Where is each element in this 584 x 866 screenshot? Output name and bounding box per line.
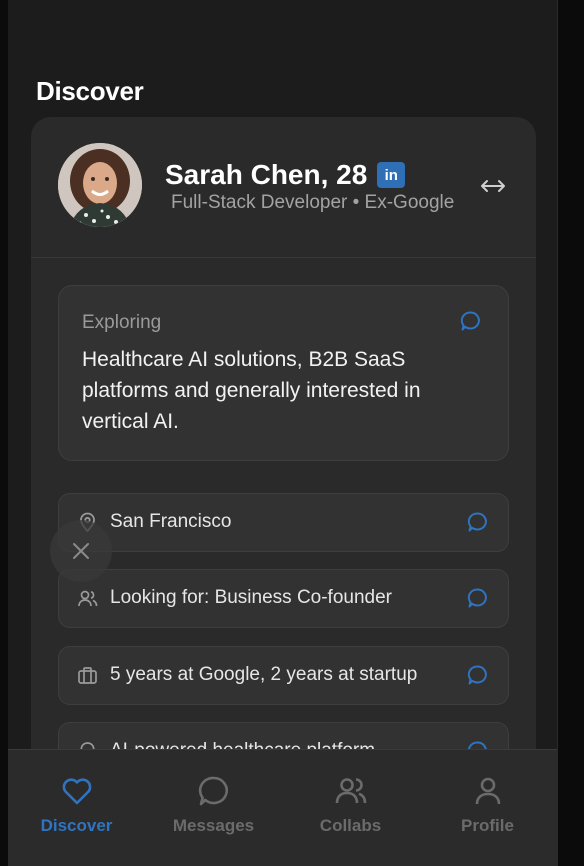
tab-label: Collabs xyxy=(319,816,382,835)
info-row-text: Looking for: Business Co-founder xyxy=(110,587,392,608)
tab-label: Messages xyxy=(172,816,255,835)
name-row: Sarah Chen, 28 in xyxy=(165,159,406,191)
profile-card[interactable]: Sarah Chen, 28 in Full-Stack Developer •… xyxy=(31,117,536,817)
comment-icon[interactable] xyxy=(467,511,489,533)
dismiss-button[interactable] xyxy=(50,520,112,582)
app-screen: Discover Sarah Chen, 28 in Full-Stack De… xyxy=(8,0,557,866)
close-icon xyxy=(73,543,89,559)
bottom-tab-bar: Discover Messages Collabs Profile xyxy=(8,749,557,866)
info-row-text: 5 years at Google, 2 years at startup xyxy=(110,664,418,685)
tab-profile[interactable]: Profile xyxy=(419,750,556,866)
profile-header: Sarah Chen, 28 in Full-Stack Developer •… xyxy=(31,117,536,258)
info-row-looking-for[interactable]: Looking for: Business Co-founder xyxy=(58,569,509,628)
exploring-label: Exploring xyxy=(82,312,162,333)
people-icon xyxy=(78,590,98,607)
tab-discover[interactable]: Discover xyxy=(8,750,145,866)
info-row-text: San Francisco xyxy=(110,511,232,532)
comment-icon[interactable] xyxy=(460,310,482,332)
person-icon xyxy=(475,777,500,805)
exploring-section: Exploring Healthcare AI solutions, B2B S… xyxy=(58,285,509,461)
comment-icon[interactable] xyxy=(467,664,489,686)
avatar xyxy=(58,143,142,227)
linkedin-icon[interactable]: in xyxy=(377,162,406,188)
tab-collabs[interactable]: Collabs xyxy=(282,750,419,866)
profile-subtitle: Full-Stack Developer • Ex-Google xyxy=(171,192,455,213)
expand-horizontal-icon[interactable] xyxy=(478,175,508,197)
briefcase-icon xyxy=(78,667,97,684)
exploring-text: Healthcare AI solutions, B2B SaaS platfo… xyxy=(82,348,421,433)
heart-icon xyxy=(62,778,91,805)
comment-icon[interactable] xyxy=(467,587,489,609)
chat-bubble-icon xyxy=(198,776,228,806)
avatar-image xyxy=(58,143,142,227)
page-title: Discover xyxy=(36,76,144,106)
tab-messages[interactable]: Messages xyxy=(145,750,282,866)
window-divider xyxy=(557,0,558,866)
people-icon xyxy=(335,778,366,804)
tab-label: Profile xyxy=(461,816,514,835)
info-row-experience[interactable]: 5 years at Google, 2 years at startup xyxy=(58,646,509,705)
info-row-location[interactable]: San Francisco xyxy=(58,493,509,552)
profile-name: Sarah Chen, 28 xyxy=(165,159,368,190)
tab-label: Discover xyxy=(40,816,113,835)
